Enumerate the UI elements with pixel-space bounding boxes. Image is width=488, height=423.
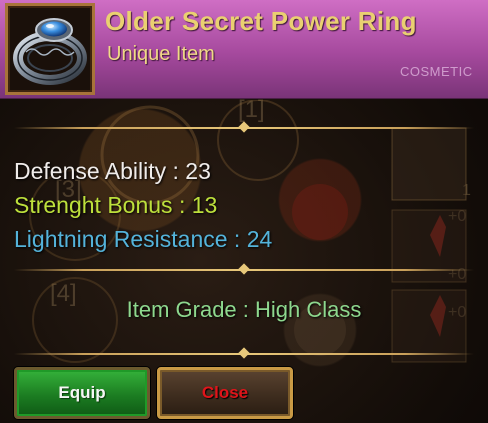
stat-strength-bonus: Strenght Bonus : 13 [14, 192, 218, 218]
item-header: Older Secret Power Ring Unique Item COSM… [0, 0, 488, 99]
stat-lightning-resistance: Lightning Resistance : 24 [14, 226, 273, 252]
ring-icon [13, 18, 87, 85]
item-rarity: Unique Item [107, 43, 215, 65]
item-grade: Item Grade : High Class [126, 297, 362, 322]
item-icon-frame [5, 3, 95, 95]
equip-button[interactable]: Equip [14, 367, 150, 419]
cosmetic-label: COSMETIC [400, 64, 473, 79]
item-name: Older Secret Power Ring [105, 6, 417, 36]
close-button[interactable]: Close [157, 367, 293, 419]
stat-defense-ability: Defense Ability : 23 [14, 158, 211, 184]
